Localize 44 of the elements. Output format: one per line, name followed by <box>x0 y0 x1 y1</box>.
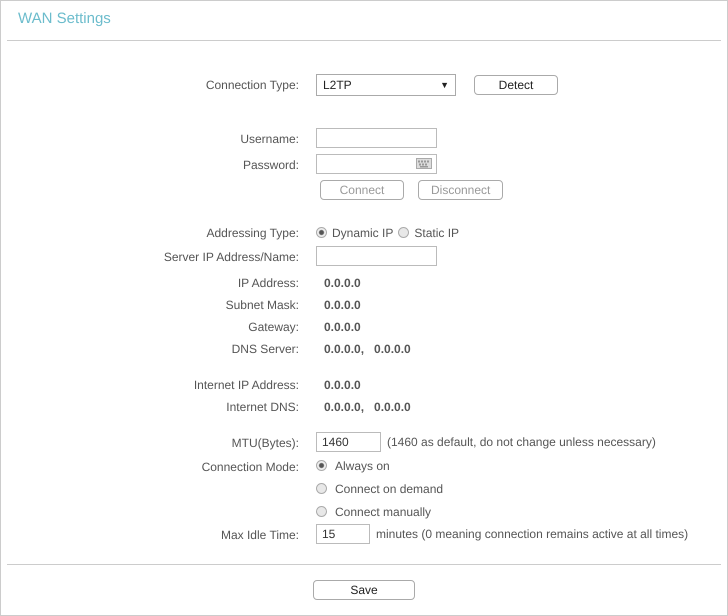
radio-button[interactable] <box>316 460 327 472</box>
hint-text: minutes (0 meaning connection remains active at all times) <box>376 526 688 541</box>
field-label: Internet IP Address: <box>192 376 299 392</box>
password-field[interactable] <box>316 154 437 174</box>
field-label: Addressing Type: <box>205 224 299 240</box>
field-label: Username: <box>239 130 299 146</box>
input-field[interactable] <box>316 246 437 266</box>
field-label: Password: <box>242 156 299 172</box>
value-text: 0.0.0.0 <box>324 378 361 392</box>
field-label: MTU(Bytes): <box>230 434 299 450</box>
radio-button[interactable] <box>316 506 327 518</box>
value-text: 0.0.0.0, <box>324 342 364 356</box>
field-label: Max Idle Time: <box>220 526 299 542</box>
field-label: Subnet Mask: <box>224 296 299 312</box>
option-label: Connect on demand <box>335 482 444 496</box>
value-text: 0.0.0.0, <box>324 400 364 414</box>
detect-button[interactable]: Detect <box>474 74 558 95</box>
value-text: 0.0.0.0 <box>374 342 411 356</box>
radio-button[interactable] <box>316 227 327 238</box>
hint-text: (1460 as default, do not change unless necessary) <box>387 434 656 449</box>
field-label: DNS Server: <box>230 340 299 356</box>
connection-type-select[interactable]: L2TP ▼ <box>316 74 456 96</box>
value-text: 0.0.0.0 <box>324 276 361 290</box>
field-label: Connection Type: <box>204 76 299 92</box>
input-field[interactable]: 15 <box>316 524 370 544</box>
save-button[interactable]: Save <box>313 580 415 600</box>
field-label: Internet DNS: <box>225 398 299 414</box>
value-text: 0.0.0.0 <box>324 298 361 312</box>
option-label: Dynamic IP <box>332 226 394 240</box>
field-label: Gateway: <box>247 318 299 334</box>
input-field[interactable] <box>316 128 437 148</box>
keyboard-icon[interactable] <box>416 158 432 170</box>
option-label: Connect manually <box>335 504 432 519</box>
option-label: Static IP <box>414 226 460 240</box>
input-field[interactable]: 1460 <box>316 432 381 452</box>
page-title: WAN Settings <box>18 10 111 27</box>
option-label: Always on <box>335 458 390 473</box>
field-label: Server IP Address/Name: <box>162 248 299 264</box>
field-label: IP Address: <box>236 274 299 290</box>
radio-button[interactable] <box>316 483 327 494</box>
field-label: Connection Mode: <box>200 458 299 474</box>
value-text: 0.0.0.0 <box>324 320 361 334</box>
radio-button[interactable] <box>398 227 410 238</box>
value-text: 0.0.0.0 <box>374 400 411 414</box>
